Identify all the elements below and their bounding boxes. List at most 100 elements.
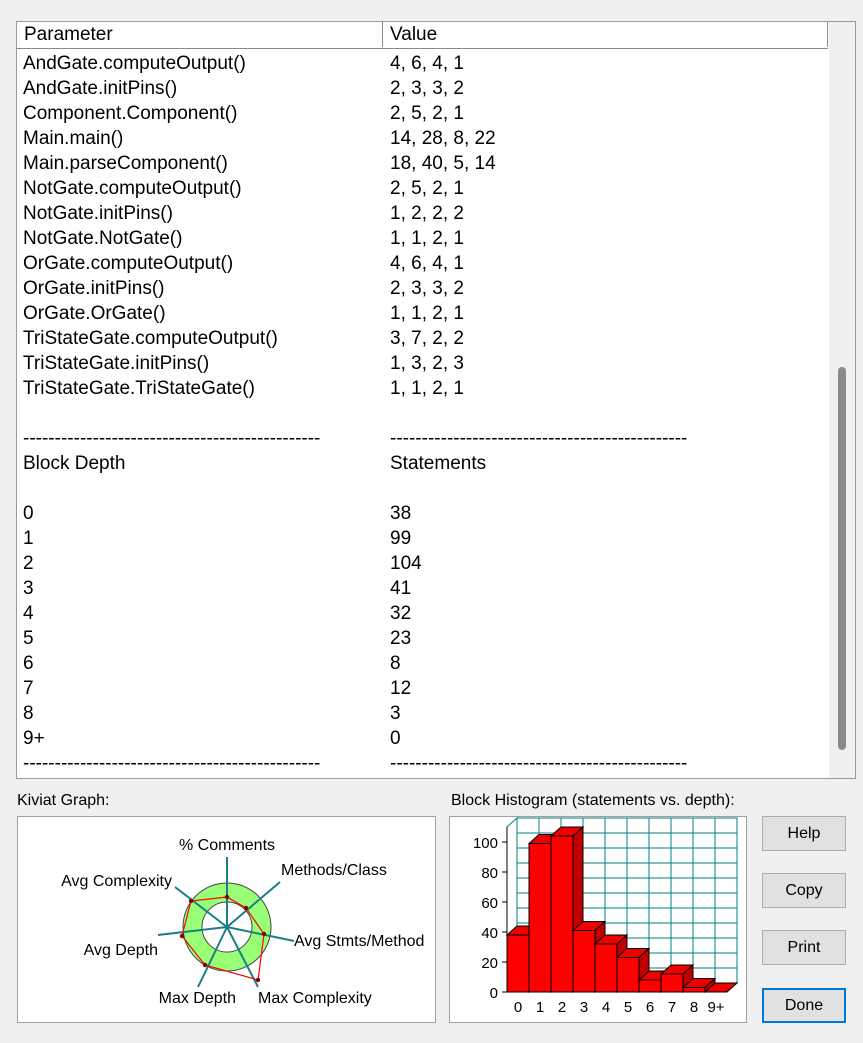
list-item[interactable]: 0 38 [17,501,817,526]
list-item[interactable]: 5 23 [17,626,817,651]
value-cell: 0 [390,728,401,749]
list-item[interactable]: Main.parseComponent() 18, 40, 5, 14 [17,151,817,176]
parameter-cell: 6 [23,653,34,674]
parameter-cell: TriStateGate.TriStateGate() [23,378,255,399]
parameter-cell: OrGate.initPins() [23,278,165,299]
list-item[interactable]: Component.Component() 2, 5, 2, 1 [17,101,817,126]
parameter-cell: 0 [23,503,34,524]
x-tick-label: 7 [668,999,676,1016]
list-item[interactable]: TriStateGate.initPins() 1, 3, 2, 3 [17,351,817,376]
value-cell: 23 [390,628,412,649]
value-cell: 8 [390,653,401,674]
list-item[interactable]: 7 12 [17,676,817,701]
metrics-list[interactable]: Parameter Value AndGate.computeOutput() 4… [16,21,856,779]
value-cell: 18, 40, 5, 14 [390,153,496,174]
list-item[interactable]: OrGate.computeOutput() 4, 6, 4, 1 [17,251,817,276]
kiviat-label-avg-stmts: Avg Stmts/Method [294,933,424,950]
value-cell: 4, 6, 4, 1 [390,253,464,274]
value-cell: 1, 1, 2, 1 [390,378,464,399]
list-item[interactable]: NotGate.initPins() 1, 2, 2, 2 [17,201,817,226]
value-cell: 99 [390,528,412,549]
x-tick-label: 1 [536,999,544,1016]
value-cell: 38 [390,503,412,524]
value-cell: 14, 28, 8, 22 [390,128,496,149]
value-cell: 2, 3, 3, 2 [390,278,464,299]
list-item[interactable]: Main.main() 14, 28, 8, 22 [17,126,817,151]
parameter-cell: Main.main() [23,128,124,149]
parameter-cell: Block Depth [23,453,126,474]
y-tick-label: 0 [490,985,498,1002]
value-cell: 3, 7, 2, 2 [390,328,464,349]
list-item[interactable]: 68 [17,651,817,676]
kiviat-graph-panel: % Comments Methods/Class Avg Stmts/Metho… [17,816,436,1023]
x-tick-label: 0 [514,999,522,1016]
parameter-cell: 7 [23,678,34,699]
parameter-cell: AndGate.computeOutput() [23,53,246,74]
x-tick-label: 6 [646,999,654,1016]
scrollbar-thumb[interactable] [838,367,846,750]
help-button[interactable]: Help [762,816,846,851]
copy-button[interactable]: Copy [762,873,846,908]
list-item[interactable]: TriStateGate.computeOutput() 3, 7, 2, 2 [17,326,817,351]
list-item[interactable]: TriStateGate.TriStateGate() 1, 1, 2, 1 [17,376,817,401]
list-item[interactable]: ----------------------------------------… [17,751,817,776]
y-tick-label: 60 [481,895,498,912]
done-button[interactable]: Done [762,988,846,1023]
column-header-parameter[interactable]: Parameter [17,22,383,47]
list-item[interactable]: ----------------------------------------… [17,426,817,451]
x-tick-label: 2 [558,999,566,1016]
parameter-cell: AndGate.initPins() [23,78,178,99]
list-item[interactable]: AndGate.computeOutput() 4, 6, 4, 1 [17,51,817,76]
histogram-bar [682,987,706,993]
list-item[interactable]: Block Depth Statements [17,451,817,476]
parameter-cell: Component.Component() [23,103,238,124]
print-button[interactable]: Print [762,930,846,965]
value-cell: 41 [390,578,412,599]
block-histogram-panel: 0 20 40 60 80 100 0 1 2 3 4 5 6 7 8 9+ [449,816,747,1023]
list-item[interactable]: OrGate.OrGate() 1, 1, 2, 1 [17,301,817,326]
list-header: Parameter Value [17,22,828,49]
parameter-cell: 3 [23,578,34,599]
value-cell: 1, 3, 2, 3 [390,353,464,374]
list-item[interactable]: AndGate.initPins() 2, 3, 3, 2 [17,76,817,101]
x-tick-label: 5 [624,999,632,1016]
parameter-cell: 2 [23,553,34,574]
parameter-cell: ----------------------------------------… [23,753,321,774]
value-cell: 104 [390,553,422,574]
block-histogram-chart: 0204060801000 1 2 3 4 5 6 7 8 9+ [473,816,739,1016]
histogram-bar [506,934,530,993]
parameter-cell: ----------------------------------------… [23,428,321,449]
list-item[interactable]: 83 [17,701,817,726]
list-item[interactable]: 1 99 [17,526,817,551]
list-item[interactable]: 4 32 [17,601,817,626]
parameter-cell: 4 [23,603,34,624]
list-item[interactable] [17,401,817,426]
kiviat-label-max-depth: Max Depth [159,990,236,1007]
x-tick-label: 3 [580,999,588,1016]
list-item[interactable]: NotGate.NotGate() 1, 1, 2, 1 [17,226,817,251]
x-tick-label: 8 [690,999,698,1016]
histogram-bar [550,835,574,993]
parameter-cell: 5 [23,628,34,649]
value-cell: 3 [390,703,401,724]
histogram-bar [594,943,618,993]
histogram-bar [616,957,640,993]
list-item[interactable] [17,476,817,501]
value-cell: ----------------------------------------… [390,753,688,774]
kiviat-graph: % Comments Methods/Class Avg Stmts/Metho… [61,837,424,1007]
histogram-bar [660,973,684,993]
list-item[interactable]: 9+ 0 [17,726,817,751]
value-cell: 2, 5, 2, 1 [390,103,464,124]
list-item[interactable]: 3 41 [17,576,817,601]
vertical-scrollbar[interactable] [829,22,855,778]
list-item[interactable]: NotGate.computeOutput() 2, 5, 2, 1 [17,176,817,201]
list-item[interactable]: OrGate.initPins() 2, 3, 3, 2 [17,276,817,301]
list-item[interactable]: 2 104 [17,551,817,576]
parameter-cell: TriStateGate.computeOutput() [23,328,278,349]
parameter-cell: NotGate.computeOutput() [23,178,242,199]
value-cell: 1, 1, 2, 1 [390,228,464,249]
column-header-value[interactable]: Value [383,22,828,47]
value-cell: 4, 6, 4, 1 [390,53,464,74]
kiviat-caption: Kiviat Graph: [17,792,110,809]
value-cell: 1, 2, 2, 2 [390,203,464,224]
